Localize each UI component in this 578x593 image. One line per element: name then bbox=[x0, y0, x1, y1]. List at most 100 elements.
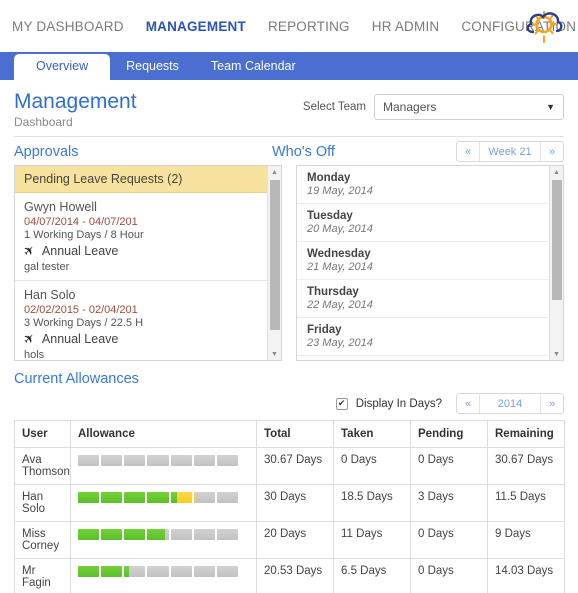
request-note: gal tester bbox=[24, 261, 258, 273]
nav-item-hr-admin[interactable]: HR ADMIN bbox=[372, 19, 440, 34]
allowance-bar-segment bbox=[194, 492, 215, 503]
week-next-button[interactable]: » bbox=[541, 142, 563, 161]
request-leave-type: ✈ Annual Leave bbox=[24, 331, 258, 347]
whos-off-scrollbar[interactable]: ▲ ▼ bbox=[549, 166, 563, 360]
allowance-bar-taken-fill bbox=[101, 492, 122, 503]
allowances-table-body: Ava Thomson 30.67 Days 0 Days 0 Days 30.… bbox=[15, 448, 565, 593]
allowance-bar-segment bbox=[124, 492, 145, 503]
column-header-remaining[interactable]: Remaining bbox=[488, 421, 565, 448]
column-header-allowance[interactable]: Allowance bbox=[71, 421, 257, 448]
tab-overview[interactable]: Overview bbox=[14, 54, 110, 80]
approval-request-item[interactable]: Han Solo 02/02/2015 - 02/04/201 3 Workin… bbox=[15, 281, 267, 360]
approvals-scrollbar[interactable]: ▲ ▼ bbox=[267, 166, 281, 360]
select-team-control: Select Team Managers ▼ bbox=[303, 94, 564, 120]
nav-item-my-dashboard[interactable]: MY DASHBOARD bbox=[12, 19, 124, 34]
plane-icon: ✈ bbox=[20, 241, 39, 260]
scrollbar-thumb[interactable] bbox=[270, 180, 280, 330]
allowance-bar-segment bbox=[147, 492, 168, 503]
allowance-bar-taken-fill bbox=[147, 529, 165, 540]
week-prev-button[interactable]: « bbox=[457, 142, 479, 161]
cell-total: 20 Days bbox=[257, 522, 334, 559]
allowance-bar-segment bbox=[171, 455, 192, 466]
select-team-label: Select Team bbox=[303, 101, 366, 113]
whos-off-day-row[interactable]: Friday 23 May, 2014 bbox=[297, 318, 549, 356]
year-next-button[interactable]: » bbox=[541, 394, 563, 413]
day-date: 19 May, 2014 bbox=[307, 185, 539, 197]
allowance-bar-segment bbox=[101, 566, 122, 577]
allowance-bar-taken-fill bbox=[78, 492, 99, 503]
whos-off-day-row[interactable]: Thursday 22 May, 2014 bbox=[297, 280, 549, 318]
allowance-bar-taken-fill bbox=[124, 529, 145, 540]
week-navigator: « Week 21 » bbox=[456, 141, 564, 162]
day-name: Monday bbox=[307, 172, 539, 184]
allowances-controls: ✔ Display In Days? « 2014 » bbox=[0, 387, 578, 420]
request-dates: 02/02/2015 - 02/04/201 bbox=[24, 304, 258, 316]
approval-request-item[interactable]: Gwyn Howell 04/07/2014 - 04/07/201 1 Wor… bbox=[15, 193, 267, 281]
table-row[interactable]: Ava Thomson 30.67 Days 0 Days 0 Days 30.… bbox=[15, 448, 565, 485]
allowance-bar-segment bbox=[217, 492, 238, 503]
approvals-panel: Pending Leave Requests (2) Gwyn Howell 0… bbox=[14, 165, 282, 361]
whos-off-day-row[interactable]: Monday 19 May, 2014 bbox=[297, 166, 549, 204]
whos-off-day-row[interactable]: Wednesday 21 May, 2014 bbox=[297, 242, 549, 280]
tab-team-calendar[interactable]: Team Calendar bbox=[195, 54, 312, 80]
column-header-taken[interactable]: Taken bbox=[334, 421, 411, 448]
approvals-heading: Approvals bbox=[14, 144, 272, 160]
whos-off-day-row[interactable]: Tuesday 20 May, 2014 bbox=[297, 204, 549, 242]
allowance-bar-segment bbox=[101, 529, 122, 540]
cell-pending: 0 Days bbox=[411, 448, 488, 485]
primary-navigation: MY DASHBOARD MANAGEMENT REPORTING HR ADM… bbox=[0, 0, 578, 52]
week-label[interactable]: Week 21 bbox=[479, 142, 541, 161]
cell-taken: 18.5 Days bbox=[334, 485, 411, 522]
allowance-bar-segment bbox=[194, 566, 215, 577]
year-label[interactable]: 2014 bbox=[479, 394, 541, 413]
table-row[interactable]: Miss Corney 20 Days 11 Days 0 Days 9 Day… bbox=[15, 522, 565, 559]
nav-item-reporting[interactable]: REPORTING bbox=[268, 19, 350, 34]
allowance-progress-bar bbox=[78, 455, 238, 466]
scroll-down-icon[interactable]: ▼ bbox=[268, 348, 281, 360]
column-header-user[interactable]: User bbox=[15, 421, 71, 448]
allowances-table: User Allowance Total Taken Pending Remai… bbox=[14, 420, 565, 593]
day-date: 20 May, 2014 bbox=[307, 223, 539, 235]
tab-requests[interactable]: Requests bbox=[110, 54, 195, 80]
cell-pending: 0 Days bbox=[411, 522, 488, 559]
column-header-total[interactable]: Total bbox=[257, 421, 334, 448]
scrollbar-thumb[interactable] bbox=[552, 180, 562, 300]
allowance-bar-segment bbox=[171, 492, 192, 503]
request-user-name: Han Solo bbox=[24, 288, 258, 302]
nav-item-management[interactable]: MANAGEMENT bbox=[146, 19, 246, 34]
allowance-bar-segment bbox=[124, 566, 145, 577]
whos-off-list: Monday 19 May, 2014 Tuesday 20 May, 2014… bbox=[297, 166, 549, 360]
allowance-progress-bar bbox=[78, 492, 238, 503]
display-in-days-checkbox[interactable]: ✔ bbox=[336, 398, 348, 410]
day-date: 22 May, 2014 bbox=[307, 299, 539, 311]
cell-allowance-bar bbox=[71, 559, 257, 593]
tab-bar: Overview Requests Team Calendar bbox=[0, 52, 578, 80]
sun-cloud-logo-icon bbox=[516, 2, 566, 50]
cell-user: Han Solo bbox=[15, 485, 71, 522]
cell-taken: 6.5 Days bbox=[334, 559, 411, 593]
table-row[interactable]: Mr Fagin 20.53 Days 6.5 Days 0 Days 14.0… bbox=[15, 559, 565, 593]
table-row[interactable]: Han Solo 30 Days 18.5 Days 3 Days 11.5 D… bbox=[15, 485, 565, 522]
scroll-up-icon[interactable]: ▲ bbox=[268, 166, 281, 178]
column-header-pending[interactable]: Pending bbox=[411, 421, 488, 448]
day-date: 21 May, 2014 bbox=[307, 261, 539, 273]
scroll-down-icon[interactable]: ▼ bbox=[550, 348, 563, 360]
allowance-bar-segment bbox=[171, 566, 192, 577]
allowance-bar-taken-fill bbox=[78, 566, 99, 577]
allowance-bar-taken-fill bbox=[124, 566, 129, 577]
year-prev-button[interactable]: « bbox=[457, 394, 479, 413]
current-allowances-heading: Current Allowances bbox=[0, 361, 578, 387]
approvals-list: Pending Leave Requests (2) Gwyn Howell 0… bbox=[15, 166, 267, 360]
cell-remaining: 14.03 Days bbox=[488, 559, 565, 593]
allowance-bar-segment bbox=[171, 529, 192, 540]
day-name: Thursday bbox=[307, 286, 539, 298]
day-date: 23 May, 2014 bbox=[307, 337, 539, 349]
cell-user: Mr Fagin bbox=[15, 559, 71, 593]
allowance-bar-segment bbox=[147, 529, 168, 540]
allowance-progress-bar bbox=[78, 566, 238, 577]
request-dates: 04/07/2014 - 04/07/201 bbox=[24, 216, 258, 228]
request-note: hols bbox=[24, 349, 258, 360]
team-select[interactable]: Managers ▼ bbox=[374, 94, 564, 120]
cell-pending: 0 Days bbox=[411, 559, 488, 593]
scroll-up-icon[interactable]: ▲ bbox=[550, 166, 563, 178]
